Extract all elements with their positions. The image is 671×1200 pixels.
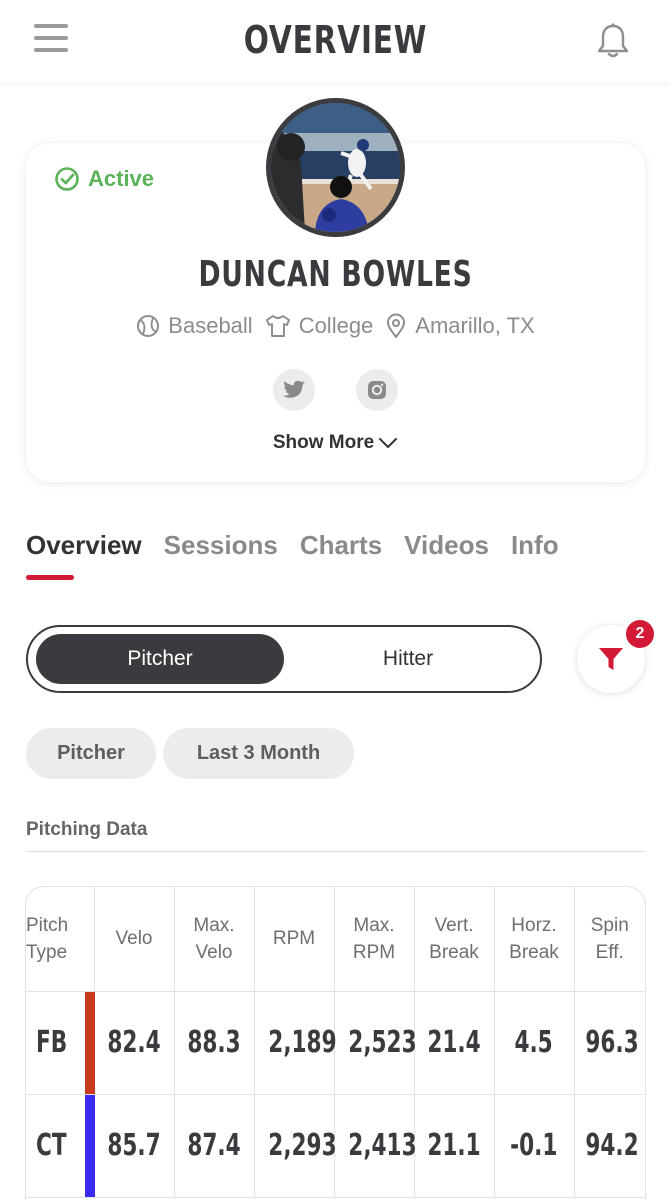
page-title: OVERVIEW xyxy=(243,18,428,62)
column-header: Spin Eff. xyxy=(574,887,645,992)
table-cell: 88.3 xyxy=(174,991,255,1095)
section-divider xyxy=(26,851,645,852)
tab-videos[interactable]: Videos xyxy=(404,530,489,561)
column-header: Max. RPM xyxy=(334,887,415,992)
status-label: Active xyxy=(88,166,155,191)
section-title: Pitching Data xyxy=(26,819,148,840)
tab-overview[interactable]: Overview xyxy=(26,530,142,561)
table-cell: 21.4 xyxy=(414,991,495,1095)
chevron-down-icon xyxy=(379,437,398,448)
table-cell: 2,293 xyxy=(254,1094,336,1198)
location-label: Amarillo, TX xyxy=(415,313,535,338)
chip-pitcher[interactable]: Pitcher xyxy=(26,728,156,779)
hamburger-menu-icon[interactable] xyxy=(34,24,70,54)
tab-charts[interactable]: Charts xyxy=(300,530,382,561)
table-cell: 94.2 xyxy=(574,1094,645,1198)
column-header: Pitch Type xyxy=(26,887,95,992)
table-cell: 87.4 xyxy=(174,1094,255,1198)
instagram-icon xyxy=(368,381,386,399)
avatar[interactable] xyxy=(266,98,405,237)
filter-icon xyxy=(599,648,623,670)
table-cell: -0.1 xyxy=(494,1094,575,1198)
chip-date-range[interactable]: Last 3 Month xyxy=(163,728,354,779)
table-header-row: Pitch Type Velo Max. Velo RPM Max. RPM Vert… xyxy=(26,887,645,992)
hitter-toggle-option[interactable]: Hitter xyxy=(284,634,532,684)
table-cell: 82.4 xyxy=(94,991,175,1095)
twitter-icon xyxy=(283,380,305,398)
top-app-bar: OVERVIEW xyxy=(0,0,671,82)
tab-info[interactable]: Info xyxy=(511,530,559,561)
table-cell: 2,413 xyxy=(334,1094,416,1198)
location-meta: Amarillo, TX xyxy=(385,313,535,339)
filter-count-badge: 2 xyxy=(626,620,654,648)
sport-meta: Baseball xyxy=(136,313,253,339)
active-tab-indicator xyxy=(26,575,74,580)
pitch-color-bar xyxy=(84,1094,95,1197)
table-row[interactable]: CT 85.7 87.4 2,293 2,413 21.1 -0.1 94.2 xyxy=(26,1094,645,1198)
pitcher-toggle-option[interactable]: Pitcher xyxy=(36,634,284,684)
column-header: Velo xyxy=(94,887,175,992)
table-row[interactable]: FB 82.4 88.3 2,189 2,523 21.4 4.5 96.3 xyxy=(26,991,645,1095)
instagram-button[interactable] xyxy=(356,369,398,411)
status-badge: Active xyxy=(54,164,154,194)
table-cell: 2,189 xyxy=(254,991,336,1095)
column-header: Max. Velo xyxy=(174,887,255,992)
jersey-icon xyxy=(265,315,290,337)
player-meta-row: Baseball College Amarillo, TX xyxy=(0,313,671,339)
pitch-type-cell: FB xyxy=(26,991,95,1095)
column-header: Horz. Break xyxy=(494,887,575,992)
baseball-icon xyxy=(137,315,160,337)
table-cell: 85.7 xyxy=(94,1094,175,1198)
table-cell: 2,523 xyxy=(334,991,416,1095)
player-name: DUNCAN BOWLES xyxy=(198,254,473,295)
column-header: Vert. Break xyxy=(414,887,495,992)
table-cell: 21.1 xyxy=(414,1094,495,1198)
show-more-button[interactable]: Show More xyxy=(0,432,671,454)
role-toggle: Pitcher Hitter xyxy=(26,625,542,693)
pitch-type-cell: CT xyxy=(26,1094,95,1198)
profile-tabs: Overview Sessions Charts Videos Info xyxy=(26,530,581,561)
twitter-button[interactable] xyxy=(273,369,315,411)
check-circle-icon xyxy=(55,167,79,191)
pitch-color-bar xyxy=(84,991,95,1094)
table-cell: 4.5 xyxy=(494,991,575,1095)
show-more-label: Show More xyxy=(272,432,375,453)
level-label: College xyxy=(298,313,374,338)
bell-icon[interactable] xyxy=(596,22,630,60)
location-pin-icon xyxy=(387,313,406,339)
tab-sessions[interactable]: Sessions xyxy=(164,530,278,561)
sport-label: Baseball xyxy=(168,313,253,338)
pitching-table: Pitch Type Velo Max. Velo RPM Max. RPM Vert… xyxy=(26,887,645,1200)
column-header: RPM xyxy=(254,887,335,992)
table-cell: 96.3 xyxy=(574,991,645,1095)
level-meta: College xyxy=(265,313,374,339)
